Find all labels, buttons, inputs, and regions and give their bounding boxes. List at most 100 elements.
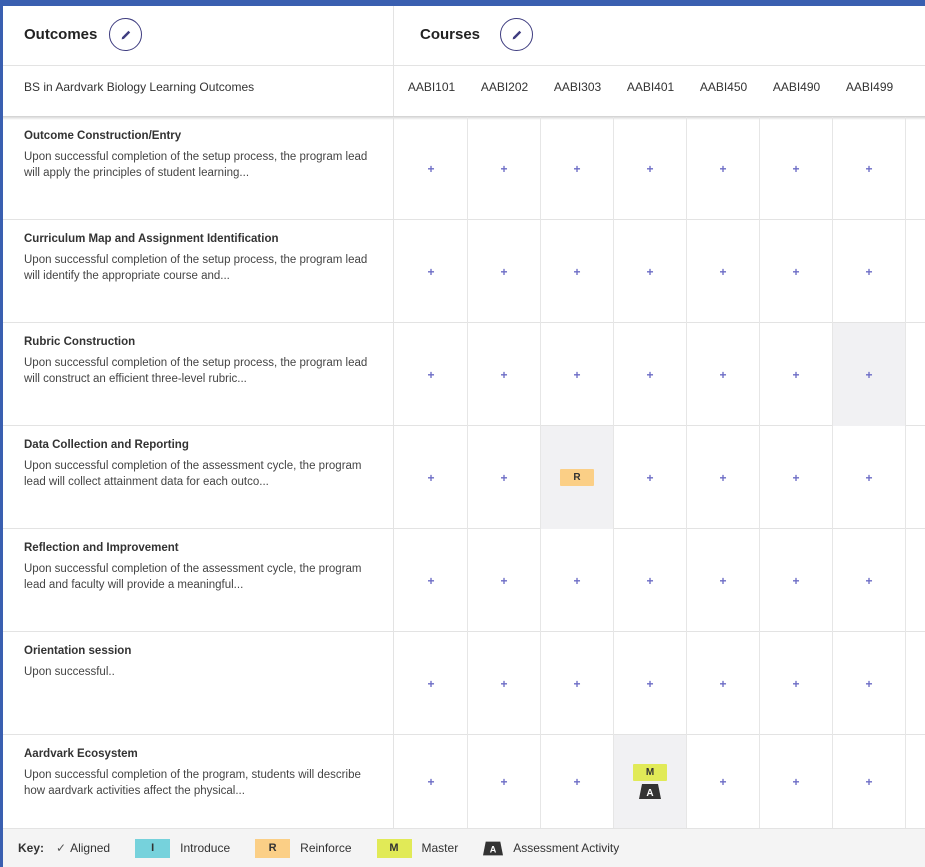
key-aligned-label: Aligned (70, 841, 111, 855)
plus-icon: + (865, 774, 873, 789)
map-cell[interactable]: + (833, 632, 906, 735)
plus-icon: + (427, 676, 435, 691)
map-cell[interactable]: + (833, 735, 906, 828)
map-cell[interactable]: + (614, 323, 687, 426)
map-cell[interactable]: + (468, 426, 541, 529)
map-cell[interactable]: + (395, 529, 468, 632)
outcome-title: Outcome Construction/Entry (24, 130, 182, 142)
outcome-title: Rubric Construction (24, 336, 136, 348)
map-cell[interactable]: + (614, 632, 687, 735)
map-cell[interactable]: + (395, 426, 468, 529)
map-cell[interactable]: + (468, 117, 541, 220)
plus-icon: + (792, 774, 800, 789)
map-cell[interactable]: + (614, 426, 687, 529)
map-cell[interactable]: + (395, 117, 468, 220)
plus-icon: + (427, 264, 435, 279)
course-header-row: BS in Aardvark Biology Learning Outcomes… (3, 66, 925, 116)
introduce-swatch: I (135, 838, 171, 858)
map-cell-reinforce[interactable]: R (541, 426, 614, 529)
map-cell[interactable]: + (395, 220, 468, 323)
map-cell[interactable]: + (760, 632, 833, 735)
edit-outcomes-button[interactable] (109, 18, 142, 51)
course-header-aabi202[interactable]: AABI202 (468, 80, 541, 94)
header-row: Outcomes Courses (3, 6, 925, 66)
outcome-description[interactable]: Data Collection and Reporting Upon succe… (3, 426, 394, 529)
plus-icon: + (500, 264, 508, 279)
plus-icon: + (573, 573, 581, 588)
map-cell[interactable]: + (614, 117, 687, 220)
plus-icon: + (865, 264, 873, 279)
map-cell[interactable]: + (614, 529, 687, 632)
plus-icon: + (719, 470, 727, 485)
edit-courses-button[interactable] (500, 18, 533, 51)
course-header-aabi499[interactable]: AABI499 (833, 80, 906, 94)
legend-key: Key: ✓ Aligned I Introduce R Reinforce M… (3, 828, 925, 867)
master-tag: M (633, 764, 667, 781)
map-cell[interactable]: + (395, 735, 468, 828)
map-cell[interactable]: + (687, 220, 760, 323)
map-cell[interactable]: + (760, 323, 833, 426)
reinforce-tag: R (560, 469, 594, 486)
map-cell[interactable]: + (541, 220, 614, 323)
plus-icon: + (500, 161, 508, 176)
map-cell[interactable]: + (395, 323, 468, 426)
map-cell[interactable]: + (614, 220, 687, 323)
key-assessment-label: Assessment Activity (513, 841, 620, 855)
map-cell[interactable]: + (541, 735, 614, 828)
map-cell[interactable]: + (760, 426, 833, 529)
map-cell[interactable]: + (687, 323, 760, 426)
key-aligned: ✓ Aligned (56, 841, 110, 855)
map-cell[interactable]: + (687, 426, 760, 529)
outcome-description[interactable]: Orientation session Upon successful.. (3, 632, 394, 735)
course-header-aabi401[interactable]: AABI401 (614, 80, 687, 94)
outcome-description[interactable]: Curriculum Map and Assignment Identifica… (3, 220, 394, 323)
map-cell[interactable]: + (541, 529, 614, 632)
outcome-description[interactable]: Reflection and Improvement Upon successf… (3, 529, 394, 632)
outcome-row: Reflection and Improvement Upon successf… (3, 529, 925, 632)
map-cell[interactable]: + (833, 426, 906, 529)
outcome-description[interactable]: Outcome Construction/Entry Upon successf… (3, 117, 394, 220)
map-cell[interactable]: + (833, 220, 906, 323)
map-cell[interactable]: + (541, 632, 614, 735)
map-cell[interactable]: + (760, 735, 833, 828)
map-cell-hover[interactable]: + (833, 323, 906, 426)
plus-icon: + (646, 161, 654, 176)
map-cell[interactable]: + (468, 735, 541, 828)
map-cell[interactable]: + (833, 529, 906, 632)
map-cell[interactable]: + (541, 323, 614, 426)
outcome-description[interactable]: Aardvark Ecosystem Upon successful compl… (3, 735, 394, 828)
outcome-text: Upon successful completion of the assess… (24, 460, 362, 488)
map-cell[interactable]: + (760, 529, 833, 632)
key-assessment: A Assessment Activity (483, 841, 619, 856)
course-header-aabi450[interactable]: AABI450 (687, 80, 760, 94)
map-cell[interactable]: + (395, 632, 468, 735)
course-header-aabi490[interactable]: AABI490 (760, 80, 833, 94)
checkmark-icon: ✓ (56, 841, 67, 855)
map-cell[interactable]: + (760, 220, 833, 323)
course-header-aabi303[interactable]: AABI303 (541, 80, 614, 94)
plus-icon: + (573, 774, 581, 789)
outcome-title: Aardvark Ecosystem (24, 748, 138, 760)
map-cell[interactable]: + (468, 220, 541, 323)
map-cell[interactable]: + (468, 529, 541, 632)
outcome-row: Orientation session Upon successful.. + … (3, 632, 925, 735)
map-cell[interactable]: + (833, 117, 906, 220)
map-cell[interactable]: + (687, 735, 760, 828)
reinforce-swatch: R (255, 838, 291, 858)
outcome-description[interactable]: Rubric Construction Upon successful comp… (3, 323, 394, 426)
map-cell[interactable]: + (687, 632, 760, 735)
map-cell[interactable]: + (541, 117, 614, 220)
outcome-row: Data Collection and Reporting Upon succe… (3, 426, 925, 529)
map-cell[interactable]: + (687, 117, 760, 220)
map-cell[interactable]: + (468, 632, 541, 735)
plus-icon: + (865, 367, 873, 382)
plus-icon: + (646, 676, 654, 691)
map-cell[interactable]: + (468, 323, 541, 426)
course-header-aabi101[interactable]: AABI101 (395, 80, 468, 94)
plus-icon: + (719, 573, 727, 588)
map-cell[interactable]: + (687, 529, 760, 632)
key-introduce: I Introduce (135, 838, 230, 858)
map-cell-master-assessment[interactable]: M A (614, 735, 687, 828)
key-label: Key: (18, 841, 45, 855)
map-cell[interactable]: + (760, 117, 833, 220)
